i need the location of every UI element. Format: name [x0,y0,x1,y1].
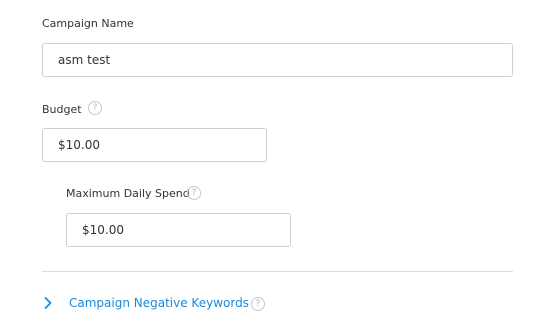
campaign-name-input[interactable] [42,43,513,77]
negative-keywords-help-icon[interactable]: ? [251,297,265,311]
max-daily-spend-label: Maximum Daily Spend [66,187,190,200]
max-daily-spend-input[interactable] [66,213,291,247]
negative-keywords-label[interactable]: Campaign Negative Keywords [69,296,249,310]
section-divider [42,271,513,272]
chevron-right-icon [44,297,52,309]
campaign-name-label: Campaign Name [42,17,134,30]
campaign-settings-form: Campaign Name Budget ? Maximum Daily Spe… [0,0,557,334]
budget-help-icon[interactable]: ? [88,101,102,115]
negative-keywords-toggle[interactable]: Campaign Negative Keywords [40,292,249,314]
budget-input[interactable] [42,128,267,162]
max-daily-spend-help-icon[interactable]: ? [187,186,201,200]
budget-label: Budget [42,103,82,116]
